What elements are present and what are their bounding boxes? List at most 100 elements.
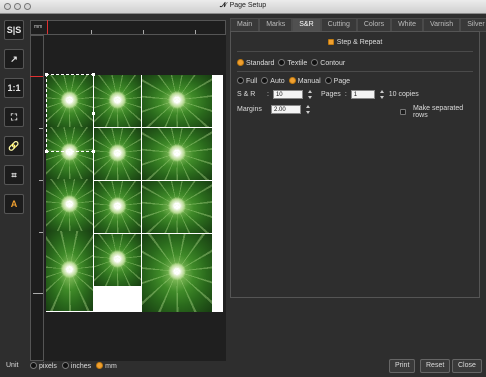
- preview-canvas[interactable]: [44, 35, 226, 361]
- radio-label: mm: [105, 363, 117, 370]
- copies-text: 10 copies: [388, 91, 419, 98]
- radio-manual[interactable]: Manual: [288, 77, 321, 85]
- unit-label: Unit: [6, 362, 19, 369]
- text-button[interactable]: A: [4, 194, 24, 214]
- tab-marks[interactable]: Marks: [259, 18, 293, 32]
- pages-stepper[interactable]: [379, 90, 385, 99]
- image-tile[interactable]: [142, 128, 212, 180]
- image-tile[interactable]: [142, 234, 212, 312]
- image-tile[interactable]: [142, 181, 212, 233]
- actual-size-icon: 1:1: [7, 83, 21, 93]
- tab-main[interactable]: Main: [230, 18, 260, 32]
- ruler-tick: [39, 180, 43, 181]
- radio-indicator: [61, 362, 69, 369]
- separated-rows-checkbox[interactable]: [400, 109, 406, 115]
- image-tile[interactable]: [46, 179, 93, 231]
- radio-label: Manual: [297, 78, 321, 85]
- title-bar: 𝒩 Page Setup: [0, 0, 486, 14]
- separated-rows-option[interactable]: Make separated rows: [400, 105, 479, 119]
- type-options: Full Auto Manual Page: [237, 77, 350, 85]
- radio-inches[interactable]: inches: [61, 362, 92, 370]
- page-preview: [45, 73, 223, 312]
- radio-page[interactable]: Page: [324, 77, 350, 85]
- link-icon: 🔗: [8, 140, 20, 151]
- radio-label: Standard: [246, 60, 275, 67]
- separated-rows-label: Make separated rows: [412, 105, 464, 119]
- margins-input[interactable]: 2.00: [271, 105, 301, 114]
- radio-mm[interactable]: mm: [96, 362, 117, 370]
- image-tile[interactable]: [46, 231, 93, 311]
- radio-pixels[interactable]: pixels: [30, 362, 57, 370]
- radio-indicator: [288, 77, 296, 84]
- radio-indicator: [30, 362, 37, 369]
- ruler-tick: [39, 232, 43, 233]
- margins-stepper[interactable]: [306, 105, 311, 114]
- radio-indicator: [324, 77, 332, 84]
- radio-indicator: [96, 362, 104, 369]
- selection-handle[interactable]: [92, 112, 95, 115]
- image-tile[interactable]: [94, 128, 141, 180]
- image-tile[interactable]: [94, 234, 141, 286]
- radio-contour[interactable]: Contour: [311, 59, 345, 67]
- radio-indicator: [237, 77, 244, 84]
- image-tile[interactable]: [142, 75, 212, 127]
- selection-handle[interactable]: [45, 150, 48, 153]
- radio-auto[interactable]: Auto: [261, 77, 285, 85]
- radio-textile[interactable]: Textile: [278, 59, 307, 67]
- ruler-tick: [39, 128, 43, 129]
- selection-box[interactable]: [46, 74, 94, 152]
- tab-colors[interactable]: Colors: [356, 18, 392, 32]
- radio-label: Textile: [287, 60, 308, 67]
- sr-input[interactable]: 10: [272, 90, 303, 99]
- selection-handle[interactable]: [92, 73, 95, 76]
- divider: [237, 51, 473, 52]
- radio-label: Full: [246, 78, 258, 85]
- tab-varnish[interactable]: Varnish: [422, 18, 461, 32]
- fit-button[interactable]: ⛶: [4, 107, 24, 127]
- radio-label: pixels: [39, 363, 57, 370]
- margins-label: Margins: [237, 106, 262, 113]
- reset-button[interactable]: Reset: [420, 359, 451, 373]
- unit-options: pixels inches mm: [30, 362, 117, 370]
- pages-label: Pages: [320, 91, 341, 98]
- app-icon: 𝒩: [219, 2, 227, 9]
- ruler-origin-marker: [30, 76, 43, 77]
- left-ruler: [30, 35, 44, 361]
- image-tile[interactable]: [94, 75, 141, 127]
- print-button[interactable]: Print: [389, 359, 416, 373]
- tab-silver[interactable]: Silver: [460, 18, 486, 32]
- ruler-unit: mm: [34, 24, 43, 30]
- step-repeat-title: Step & Repeat: [336, 39, 383, 46]
- mode-options: Standard Textile Contour: [237, 59, 345, 67]
- ruler-origin-marker: [47, 20, 48, 34]
- radio-standard[interactable]: Standard: [237, 59, 274, 67]
- link-button[interactable]: 🔗: [4, 136, 24, 156]
- settings-tabs: Main Marks S&R Cutting Colors White Varn…: [230, 18, 486, 32]
- pages-input[interactable]: 1: [350, 90, 375, 99]
- split-view-button[interactable]: S|S: [4, 20, 24, 40]
- radio-full[interactable]: Full: [237, 77, 257, 85]
- pages-sep: :: [344, 91, 347, 98]
- tab-sr[interactable]: S&R: [292, 18, 321, 32]
- radio-label: Contour: [320, 60, 346, 67]
- radio-label: inches: [70, 363, 92, 370]
- window-title: 𝒩 Page Setup: [219, 2, 267, 9]
- divider: [237, 71, 473, 72]
- tab-white[interactable]: White: [391, 18, 423, 32]
- crop-marks-button[interactable]: ⌗: [4, 165, 24, 185]
- tab-cutting[interactable]: Cutting: [320, 18, 357, 32]
- export-button[interactable]: ↗: [4, 49, 24, 69]
- step-repeat-checkbox[interactable]: [327, 39, 334, 45]
- sr-sep: :: [267, 91, 269, 98]
- radio-indicator: [311, 59, 319, 66]
- actual-size-button[interactable]: 1:1: [4, 78, 24, 98]
- text-icon: A: [10, 199, 18, 209]
- image-tile[interactable]: [94, 181, 141, 233]
- radio-label: Auto: [270, 78, 285, 85]
- selection-handle[interactable]: [45, 73, 48, 76]
- radio-indicator: [261, 77, 269, 84]
- sr-stepper[interactable]: [307, 90, 313, 99]
- selection-handle[interactable]: [92, 150, 95, 153]
- close-button[interactable]: Close: [452, 359, 482, 373]
- ruler-tick: [195, 30, 196, 34]
